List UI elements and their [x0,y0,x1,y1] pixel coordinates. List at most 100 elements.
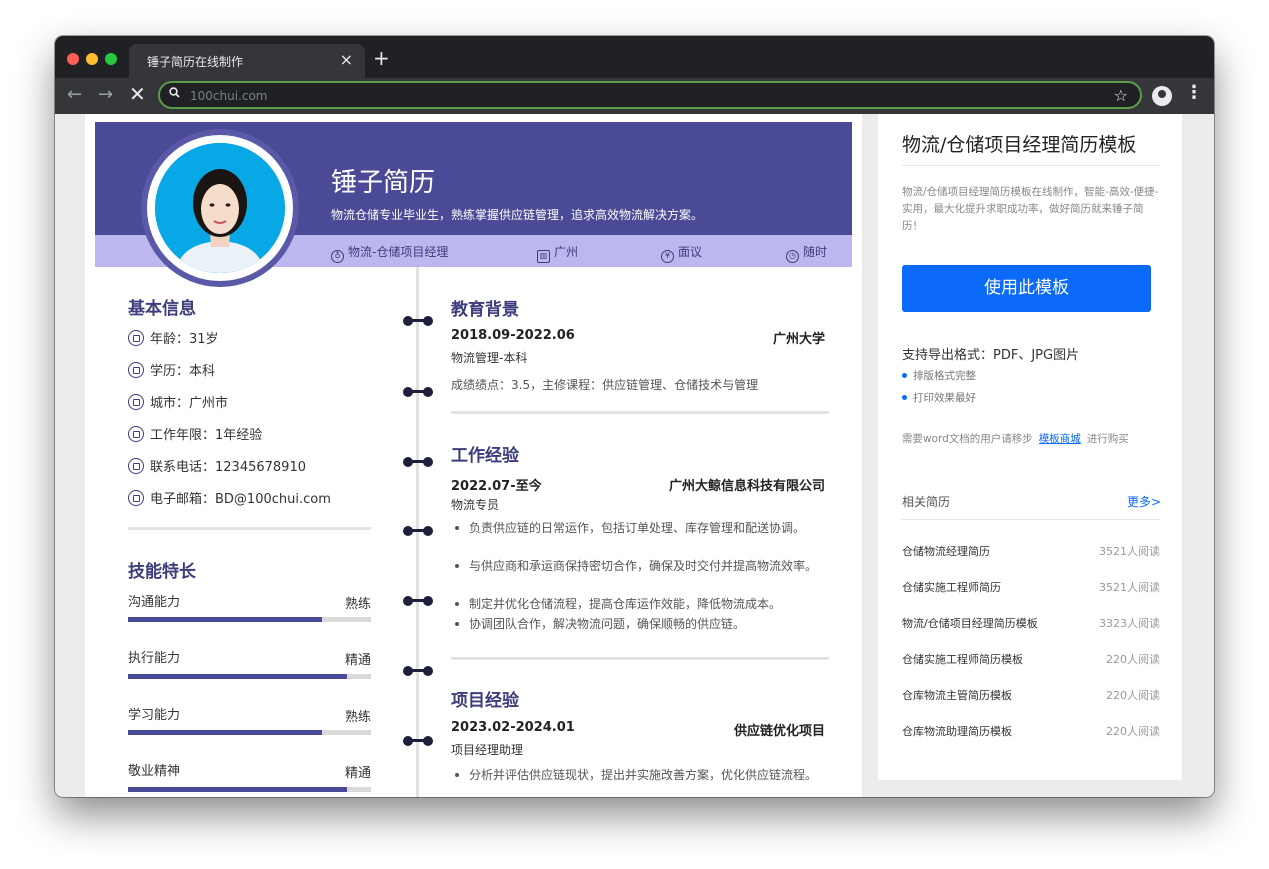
close-window-button[interactable] [67,53,79,65]
related-item[interactable]: 仓储实施工程师简历模板 [902,651,1023,667]
binder-hook-icon [403,457,433,467]
feature-text: 排版格式完整 [913,370,976,382]
skill-bar-fill [128,674,347,679]
skill-label: 敬业精神 [128,764,181,779]
related-title: 相关简历 [902,495,951,509]
building-icon: ▥ [537,250,550,263]
project-title: 项目经验 [451,691,519,711]
tie-icon: ♁ [331,250,344,263]
browser-menu-icon[interactable]: ⋮ [1185,82,1203,103]
info-position-text: 物流-仓储项目经理 [348,245,449,259]
related-item[interactable]: 仓储物流经理简历 [902,543,990,559]
word-notice-prefix: 需要word文档的用户请移步 [902,433,1033,445]
info-availability: ◷ 随时 [786,243,827,263]
binder-hook-icon [403,596,433,606]
stop-loading-icon[interactable]: ✕ [129,82,146,106]
related-views: 220人阅读 [1106,689,1160,702]
binder-hook-icon [403,387,433,397]
yen-icon: ¥ [661,250,674,263]
education-period: 2018.09-2022.06 [451,328,575,343]
feature-text: 打印效果最好 [913,392,976,404]
new-tab-button[interactable]: + [373,46,390,70]
education-major: 物流管理-本科 [451,351,528,365]
url-text: 100chui.com [190,89,268,103]
section-divider [451,657,829,660]
tab-active[interactable]: 锤子简历在线制作 × [129,44,365,78]
related-views: 3521人阅读 [1099,581,1160,594]
city-icon [128,394,144,410]
skill-bar [128,787,371,792]
page-content: 锤子简历 物流仓储专业毕业生，熟练掌握供应链管理，追求高效物流解决方案。 ♁ 物流… [55,114,1214,797]
template-store-link[interactable]: 模板商城 [1039,433,1081,445]
skill-label: 学习能力 [128,708,181,723]
more-link[interactable]: 更多> [1127,493,1161,510]
resume-name: 锤子简历 [331,168,436,198]
work-bullet: 负责供应链的日常运作，包括订单处理、库存管理和配送协调。 [453,519,823,537]
project-name: 供应链优化项目 [733,724,825,739]
use-template-button[interactable]: 使用此模板 [902,265,1151,312]
related-views: 3323人阅读 [1099,617,1160,630]
related-item[interactable]: 仓库物流主管简历模板 [902,687,1012,703]
forward-arrow-icon[interactable]: → [98,84,113,105]
feature-item: 打印效果最好 [902,390,976,405]
related-views: 220人阅读 [1106,725,1160,738]
basic-item-education: 学历：本科 [128,360,215,379]
skill-level: 熟练 [345,710,372,725]
skills-title: 技能特长 [128,562,196,582]
work-position: 物流专员 [451,498,500,512]
browser-toolbar: ← → ✕ 100chui.com ☆ ⋮ [55,78,1214,114]
browser-window: 锤子简历在线制作 × + ← → ✕ 100chui.com ☆ ⋮ 锤子简历 … [55,36,1214,797]
binder-hook-icon [403,736,433,746]
basic-item-text: 学历：本科 [150,364,216,379]
basic-item-text: 年龄：31岁 [150,332,219,347]
basic-item-phone: 联系电话：12345678910 [128,456,306,475]
age-icon [128,330,144,346]
skill-bar [128,674,371,679]
resume-summary: 物流仓储专业毕业生，熟练掌握供应链管理，追求高效物流解决方案。 [331,208,704,222]
skill-label: 沟通能力 [128,595,181,610]
basic-item-city: 城市：广州市 [128,392,228,411]
work-bullet: 协调团队合作，解决物流问题，确保顺畅的供应链。 [453,615,823,633]
basic-item-email: 电子邮箱：BD@100chui.com [128,488,331,507]
project-bullet: 分析并评估供应链现状，提出并实施改善方案，优化供应链流程。 [453,766,823,784]
basic-item-text: 电子邮箱：BD@100chui.com [150,492,331,507]
info-availability-text: 随时 [803,245,828,259]
skill-bar [128,730,371,735]
profile-avatar-icon[interactable] [1152,86,1172,106]
word-notice-suffix: 进行购买 [1086,433,1129,445]
info-city-text: 广州 [554,245,579,259]
work-period: 2022.07-至今 [451,479,542,494]
sidebar-divider [902,519,1160,520]
project-role: 项目经理助理 [451,743,524,757]
feature-item: 排版格式完整 [902,368,976,383]
related-item[interactable]: 仓库物流助理简历模板 [902,723,1012,739]
maximize-window-button[interactable] [105,53,117,65]
bookmark-star-icon[interactable]: ☆ [1114,86,1128,105]
info-salary: ¥ 面议 [661,243,702,263]
clock-icon: ◷ [786,250,799,263]
related-item[interactable]: 物流/仓储项目经理简历模板 [902,615,1038,631]
basic-item-work-years: 工作年限：1年经验 [128,424,262,443]
tab-title: 锤子简历在线制作 [147,55,244,69]
section-divider [128,527,371,530]
tab-close-icon[interactable]: × [340,50,353,69]
minimize-window-button[interactable] [86,53,98,65]
search-icon [169,87,180,102]
profile-photo [155,143,285,273]
back-arrow-icon[interactable]: ← [67,84,82,105]
project-period: 2023.02-2024.01 [451,720,575,735]
work-bullet: 与供应商和承运商保持密切合作，确保及时交付并提高物流效率。 [453,557,823,575]
related-views: 3521人阅读 [1099,545,1160,558]
bullet-dot-icon [902,373,907,378]
info-position: ♁ 物流-仓储项目经理 [331,243,448,263]
address-bar[interactable]: 100chui.com ☆ [158,81,1142,109]
tab-bar: 锤子简历在线制作 × + [55,36,1214,78]
related-item[interactable]: 仓储实施工程师简历 [902,579,1001,595]
basic-item-text: 工作年限：1年经验 [150,428,263,443]
skill-label: 执行能力 [128,651,181,666]
basic-info-title: 基本信息 [128,299,196,319]
work-years-icon [128,426,144,442]
template-sidebar: 物流/仓储项目经理简历模板 物流/仓储项目经理简历模板在线制作，智能-高效-便捷… [878,114,1182,780]
education-school: 广州大学 [772,332,825,347]
skill-bar-fill [128,730,323,735]
